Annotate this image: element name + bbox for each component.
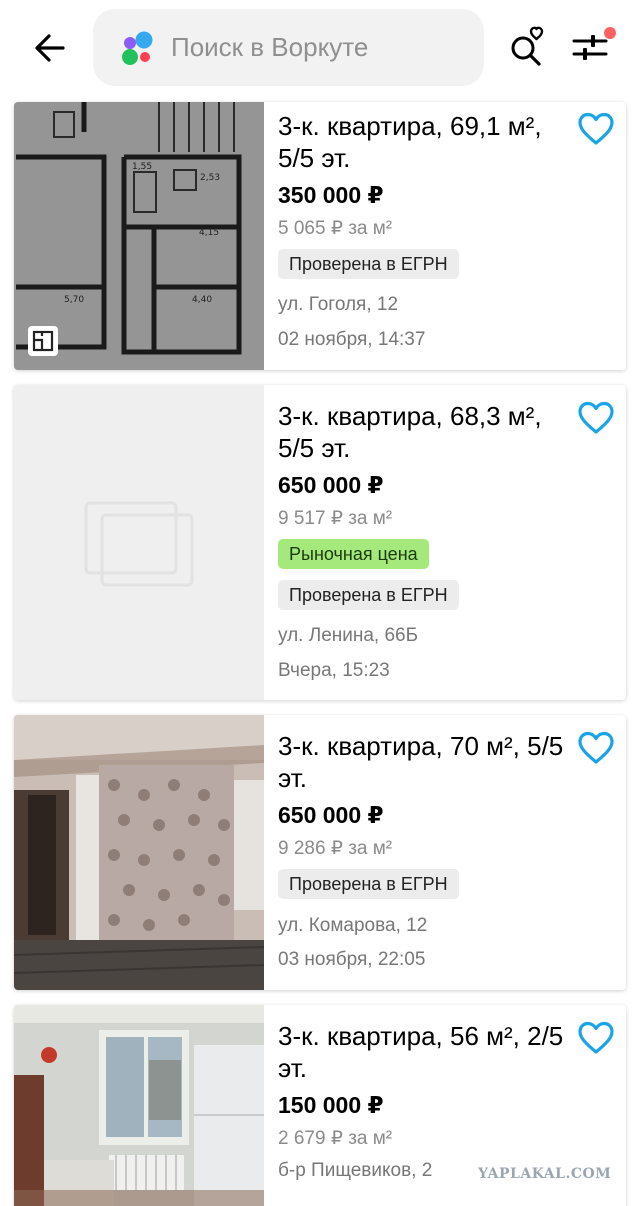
watermark: YAPLAKAL.COM (478, 1166, 612, 1182)
favorite-button[interactable] (576, 729, 616, 767)
listing-photo-placeholder (14, 385, 264, 700)
listing-price: 650 000 ₽ (278, 472, 384, 498)
listing-price-per-sqm: 9 517 ₽ за м² (278, 508, 393, 529)
listing-address: ул. Комарова, 12 (278, 915, 428, 936)
favorite-button[interactable] (576, 399, 616, 437)
listing-title: 3-к. квартира, 70 м², 5/5 эт. (278, 731, 564, 793)
listing-card[interactable]: 3-к. квартира, 68,3 м², 5/5 эт. 650 000 … (14, 385, 626, 700)
listing-price-per-sqm: 9 286 ₽ за м² (278, 838, 393, 859)
listing-photo-floor-plan: 1,55 2,53 4,15 5,70 4,40 (14, 102, 264, 370)
listing-photo-hallway (14, 715, 264, 990)
saved-search-button[interactable] (506, 24, 550, 68)
listing-address: ул. Гоголя, 12 (278, 294, 399, 315)
heart-icon (578, 112, 614, 145)
listing-title: 3-к. квартира, 69,1 м², 5/5 эт. (278, 111, 542, 173)
sliders-icon (572, 27, 616, 60)
svg-text:4,40: 4,40 (192, 295, 212, 305)
filter-indicator-dot (604, 27, 616, 39)
market-price-badge: Рыночная цена (278, 539, 429, 569)
svg-text:1,55: 1,55 (132, 162, 152, 172)
top-bar: Поиск в Воркуте (0, 0, 640, 96)
svg-text:4,15: 4,15 (199, 228, 219, 238)
listing-date: 02 ноября, 14:37 (278, 329, 426, 350)
heart-icon (578, 401, 614, 434)
listing-price: 650 000 ₽ (278, 802, 384, 828)
verified-badge: Проверена в ЕГРН (278, 580, 459, 610)
listing-card[interactable]: 1,55 2,53 4,15 5,70 4,40 3-к. квартира, … (14, 102, 626, 370)
favorite-button[interactable] (576, 110, 616, 148)
listing-photo-kitchen (14, 1005, 264, 1206)
svg-text:2,53: 2,53 (200, 173, 220, 183)
listing-address: б-р Пищевиков, 2 (278, 1160, 433, 1181)
listing-title: 3-к. квартира, 68,3 м², 5/5 эт. (278, 401, 542, 463)
listing-card[interactable]: 3-к. квартира, 70 м², 5/5 эт. 650 000 ₽ … (14, 715, 626, 990)
listing-title: 3-к. квартира, 56 м², 2/5 эт. (278, 1021, 564, 1083)
filter-button[interactable] (570, 24, 620, 68)
svg-text:5,70: 5,70 (64, 295, 84, 305)
listing-date: Вчера, 15:23 (278, 660, 390, 681)
search-placeholder: Поиск в Воркуте (171, 32, 369, 62)
listing-price-per-sqm: 2 679 ₽ за м² (278, 1128, 393, 1149)
back-button[interactable] (28, 26, 72, 70)
verified-badge: Проверена в ЕГРН (278, 249, 459, 279)
heart-icon (578, 731, 614, 764)
favorite-button[interactable] (576, 1019, 616, 1057)
listing-date: 03 ноября, 22:05 (278, 949, 426, 970)
verified-badge: Проверена в ЕГРН (278, 869, 459, 899)
arrow-left-icon (35, 34, 65, 62)
listing-price: 150 000 ₽ (278, 1092, 384, 1118)
avito-logo-icon (122, 31, 153, 65)
heart-icon (578, 1021, 614, 1054)
search-heart-icon (511, 26, 544, 66)
listing-price: 350 000 ₽ (278, 182, 384, 208)
listing-price-per-sqm: 5 065 ₽ за м² (278, 218, 393, 239)
search-input[interactable]: Поиск в Воркуте (93, 9, 484, 86)
listing-address: ул. Ленина, 66Б (278, 625, 419, 646)
